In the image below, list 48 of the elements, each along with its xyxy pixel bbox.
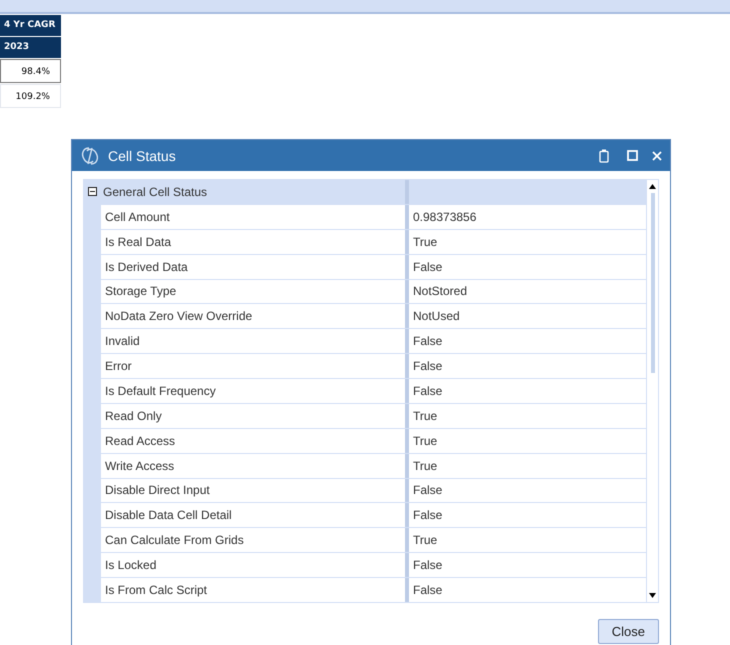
scrollbar-thumb[interactable] [650,193,654,373]
property-name: Is Locked [105,558,156,572]
property-value: False [413,384,442,398]
clipboard-icon[interactable] [599,148,609,162]
property-name: NoData Zero View Override [105,309,252,324]
property-value: True [413,234,438,249]
property-value: True [413,408,438,423]
property-value: NotStored [413,284,468,298]
scroll-up-icon[interactable] [649,184,656,189]
property-value: False [413,582,442,597]
property-name: Storage Type [105,284,176,298]
collapse-icon[interactable] [88,187,97,196]
close-icon[interactable] [652,150,662,160]
property-name: Invalid [105,334,140,348]
property-value: False [413,334,442,348]
property-name: Disable Direct Input [105,483,210,498]
grid-cell[interactable]: 109.2% [0,84,61,108]
logo-icon [80,146,100,166]
property-value: 0.98373856 [413,210,476,224]
scrollbar[interactable] [646,180,658,602]
property-value: False [413,359,442,374]
property-value: True [413,533,438,548]
group-label: General Cell Status [103,184,208,199]
column-header: 2023 [0,37,61,58]
property-name: Read Access [105,434,176,448]
property-name: Read Only [105,408,162,423]
property-name: Can Calculate From Grids [105,533,244,548]
property-name: Write Access [105,458,174,473]
property-name: Is Default Frequency [105,384,216,398]
property-name: Error [105,359,132,374]
scroll-down-icon[interactable] [649,593,656,598]
property-name: Is Derived Data [105,260,188,274]
property-value: False [413,508,442,522]
property-value: False [413,558,442,572]
property-value: NotUsed [413,309,460,324]
close-button[interactable]: Close [598,619,659,644]
property-value: False [413,483,442,498]
property-name: Is From Calc Script [105,582,208,597]
grid-cell[interactable]: 98.4% [0,59,61,83]
property-name: Cell Amount [105,210,170,224]
window-title: Cell Status [108,148,176,164]
column-header: 4 Yr CAGR [0,15,61,36]
property-name: Disable Data Cell Detail [105,508,232,522]
property-value: True [413,434,438,448]
property-name: Is Real Data [105,234,172,249]
property-value: True [413,458,438,473]
maximize-icon[interactable] [627,150,638,161]
property-value: False [413,260,442,274]
